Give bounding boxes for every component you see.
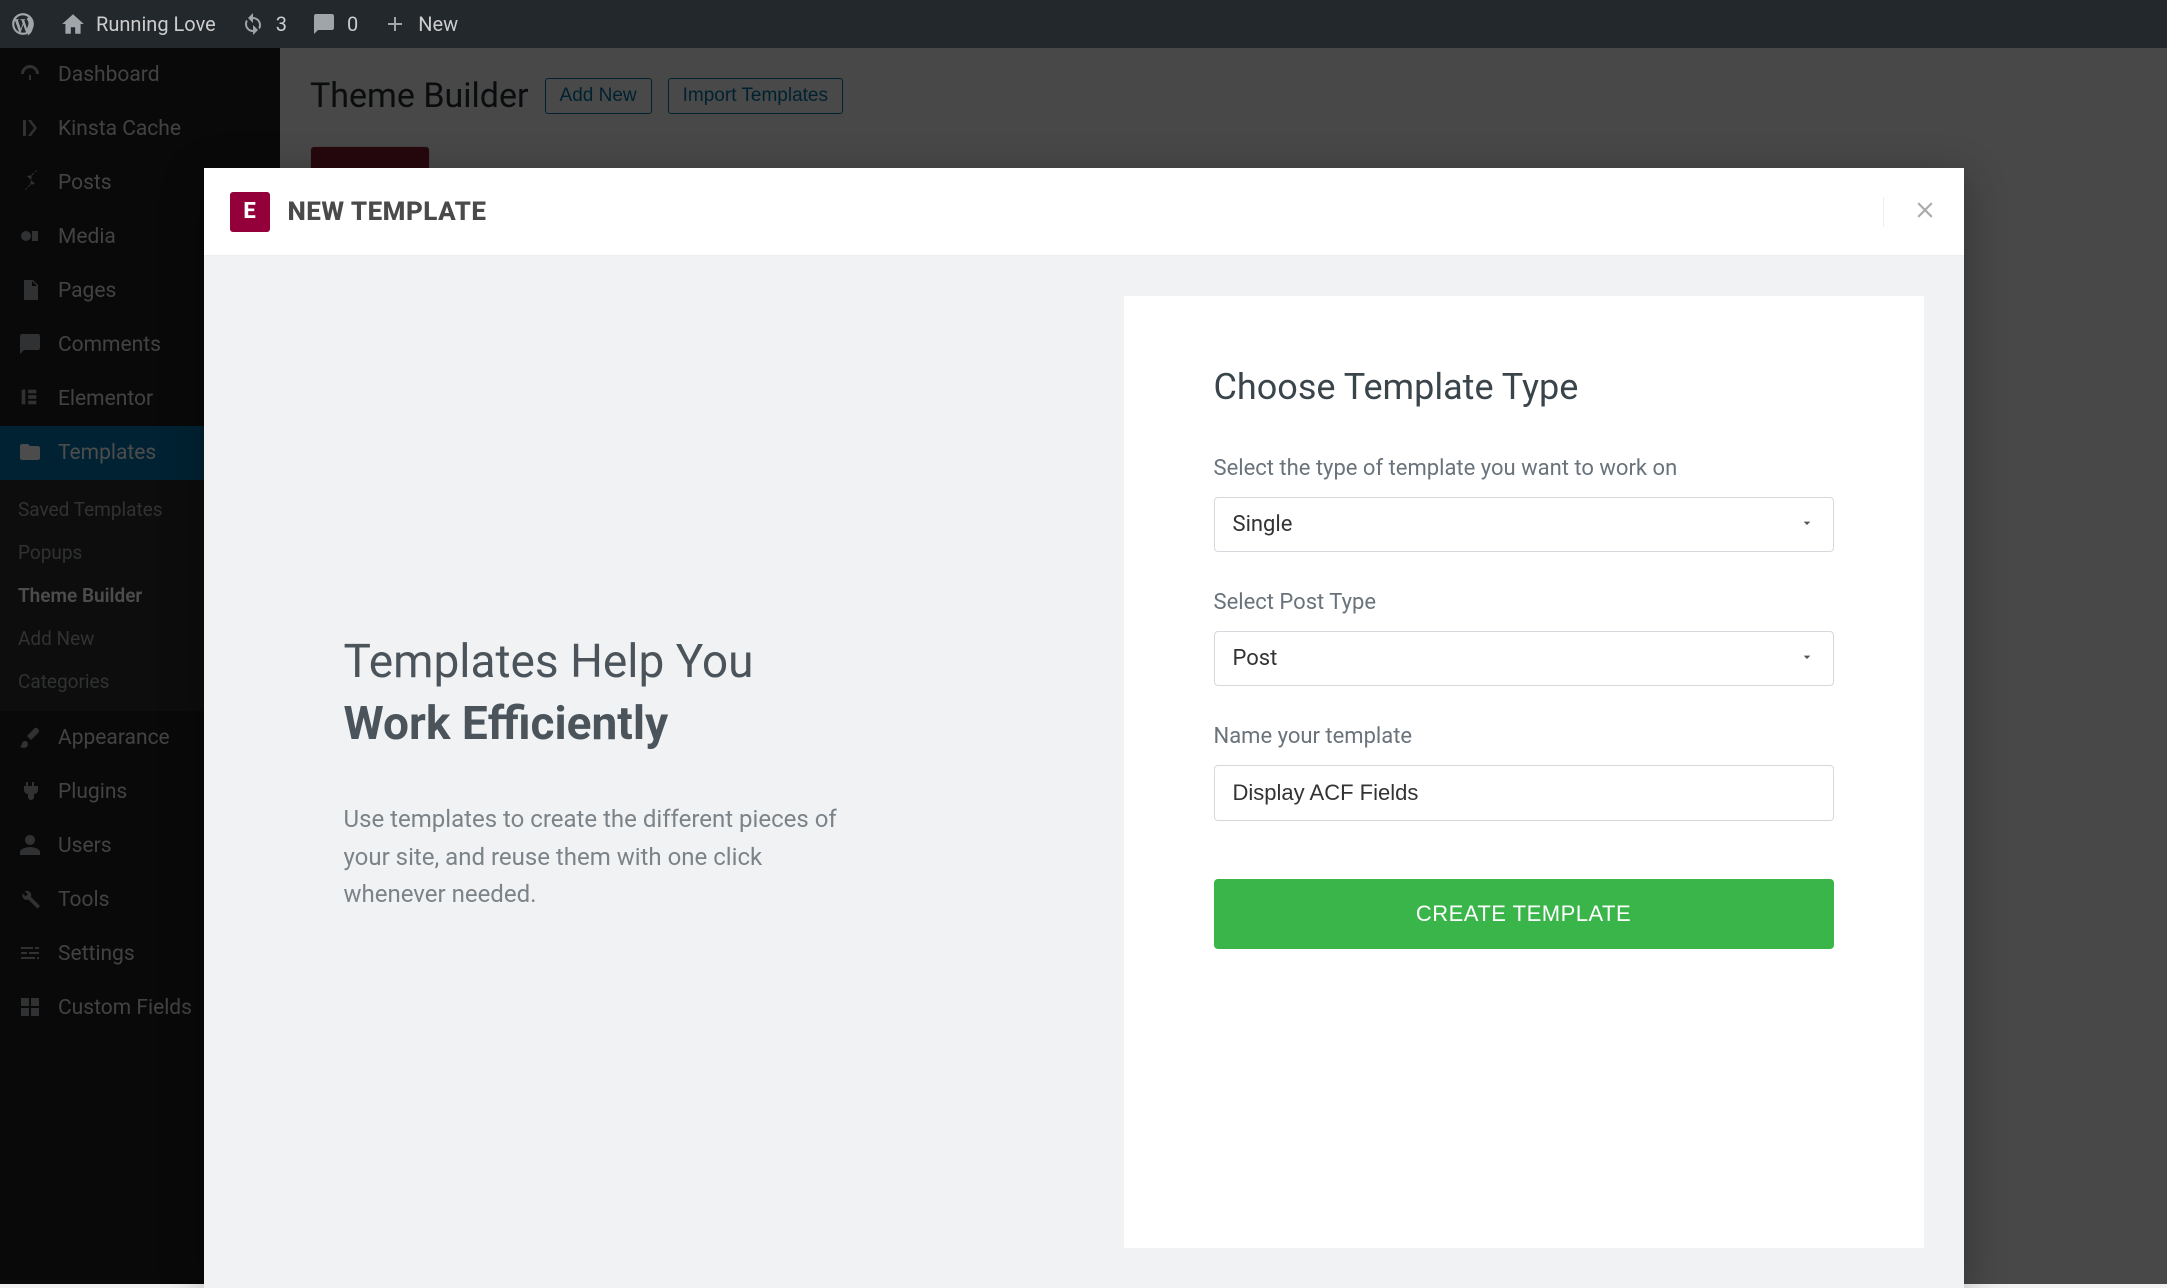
- modal-close-button[interactable]: [1883, 197, 1938, 227]
- close-icon: [1912, 208, 1938, 227]
- modal-overlay: E NEW TEMPLATE Templates Help You Work E…: [0, 48, 2167, 1284]
- admin-bar: Running Love 3 0 New: [0, 0, 2167, 48]
- template-name-group: Name your template: [1214, 724, 1834, 821]
- wordpress-icon: [10, 11, 36, 37]
- updates-count: 3: [276, 12, 287, 36]
- plus-icon: [382, 11, 408, 37]
- home-icon: [60, 11, 86, 37]
- comment-icon: [311, 11, 337, 37]
- create-template-button[interactable]: CREATE TEMPLATE: [1214, 879, 1834, 949]
- post-type-group: Select Post Type Post: [1214, 590, 1834, 686]
- chevron-down-icon: [1799, 646, 1815, 671]
- post-type-value: Post: [1233, 646, 1278, 671]
- post-type-select[interactable]: Post: [1214, 631, 1834, 686]
- headline-line1: Templates Help You: [344, 635, 754, 689]
- site-name: Running Love: [96, 12, 216, 36]
- template-type-select[interactable]: Single: [1214, 497, 1834, 552]
- modal-form: Choose Template Type Select the type of …: [1124, 296, 1924, 1248]
- template-type-group: Select the type of template you want to …: [1214, 456, 1834, 552]
- modal-intro: Templates Help You Work Efficiently Use …: [244, 296, 1084, 1248]
- template-type-value: Single: [1233, 512, 1293, 537]
- new-template-modal: E NEW TEMPLATE Templates Help You Work E…: [204, 168, 1964, 1288]
- refresh-icon: [240, 11, 266, 37]
- modal-header: E NEW TEMPLATE: [204, 168, 1964, 256]
- headline-line2: Work Efficiently: [344, 693, 994, 755]
- modal-description: Use templates to create the different pi…: [344, 801, 864, 913]
- template-type-label: Select the type of template you want to …: [1214, 456, 1834, 481]
- template-name-input[interactable]: [1214, 765, 1834, 821]
- new-content-link[interactable]: New: [382, 11, 458, 37]
- form-title: Choose Template Type: [1214, 366, 1834, 408]
- comments-link[interactable]: 0: [311, 11, 358, 37]
- updates-link[interactable]: 3: [240, 11, 287, 37]
- comments-count: 0: [347, 12, 358, 36]
- new-label: New: [418, 12, 458, 36]
- chevron-down-icon: [1799, 512, 1815, 537]
- site-home-link[interactable]: Running Love: [60, 11, 216, 37]
- modal-title: NEW TEMPLATE: [288, 197, 487, 227]
- modal-headline: Templates Help You Work Efficiently: [344, 631, 994, 755]
- template-name-label: Name your template: [1214, 724, 1834, 749]
- post-type-label: Select Post Type: [1214, 590, 1834, 615]
- elementor-logo: E: [230, 192, 270, 232]
- wordpress-menu[interactable]: [10, 11, 36, 37]
- modal-body: Templates Help You Work Efficiently Use …: [204, 256, 1964, 1288]
